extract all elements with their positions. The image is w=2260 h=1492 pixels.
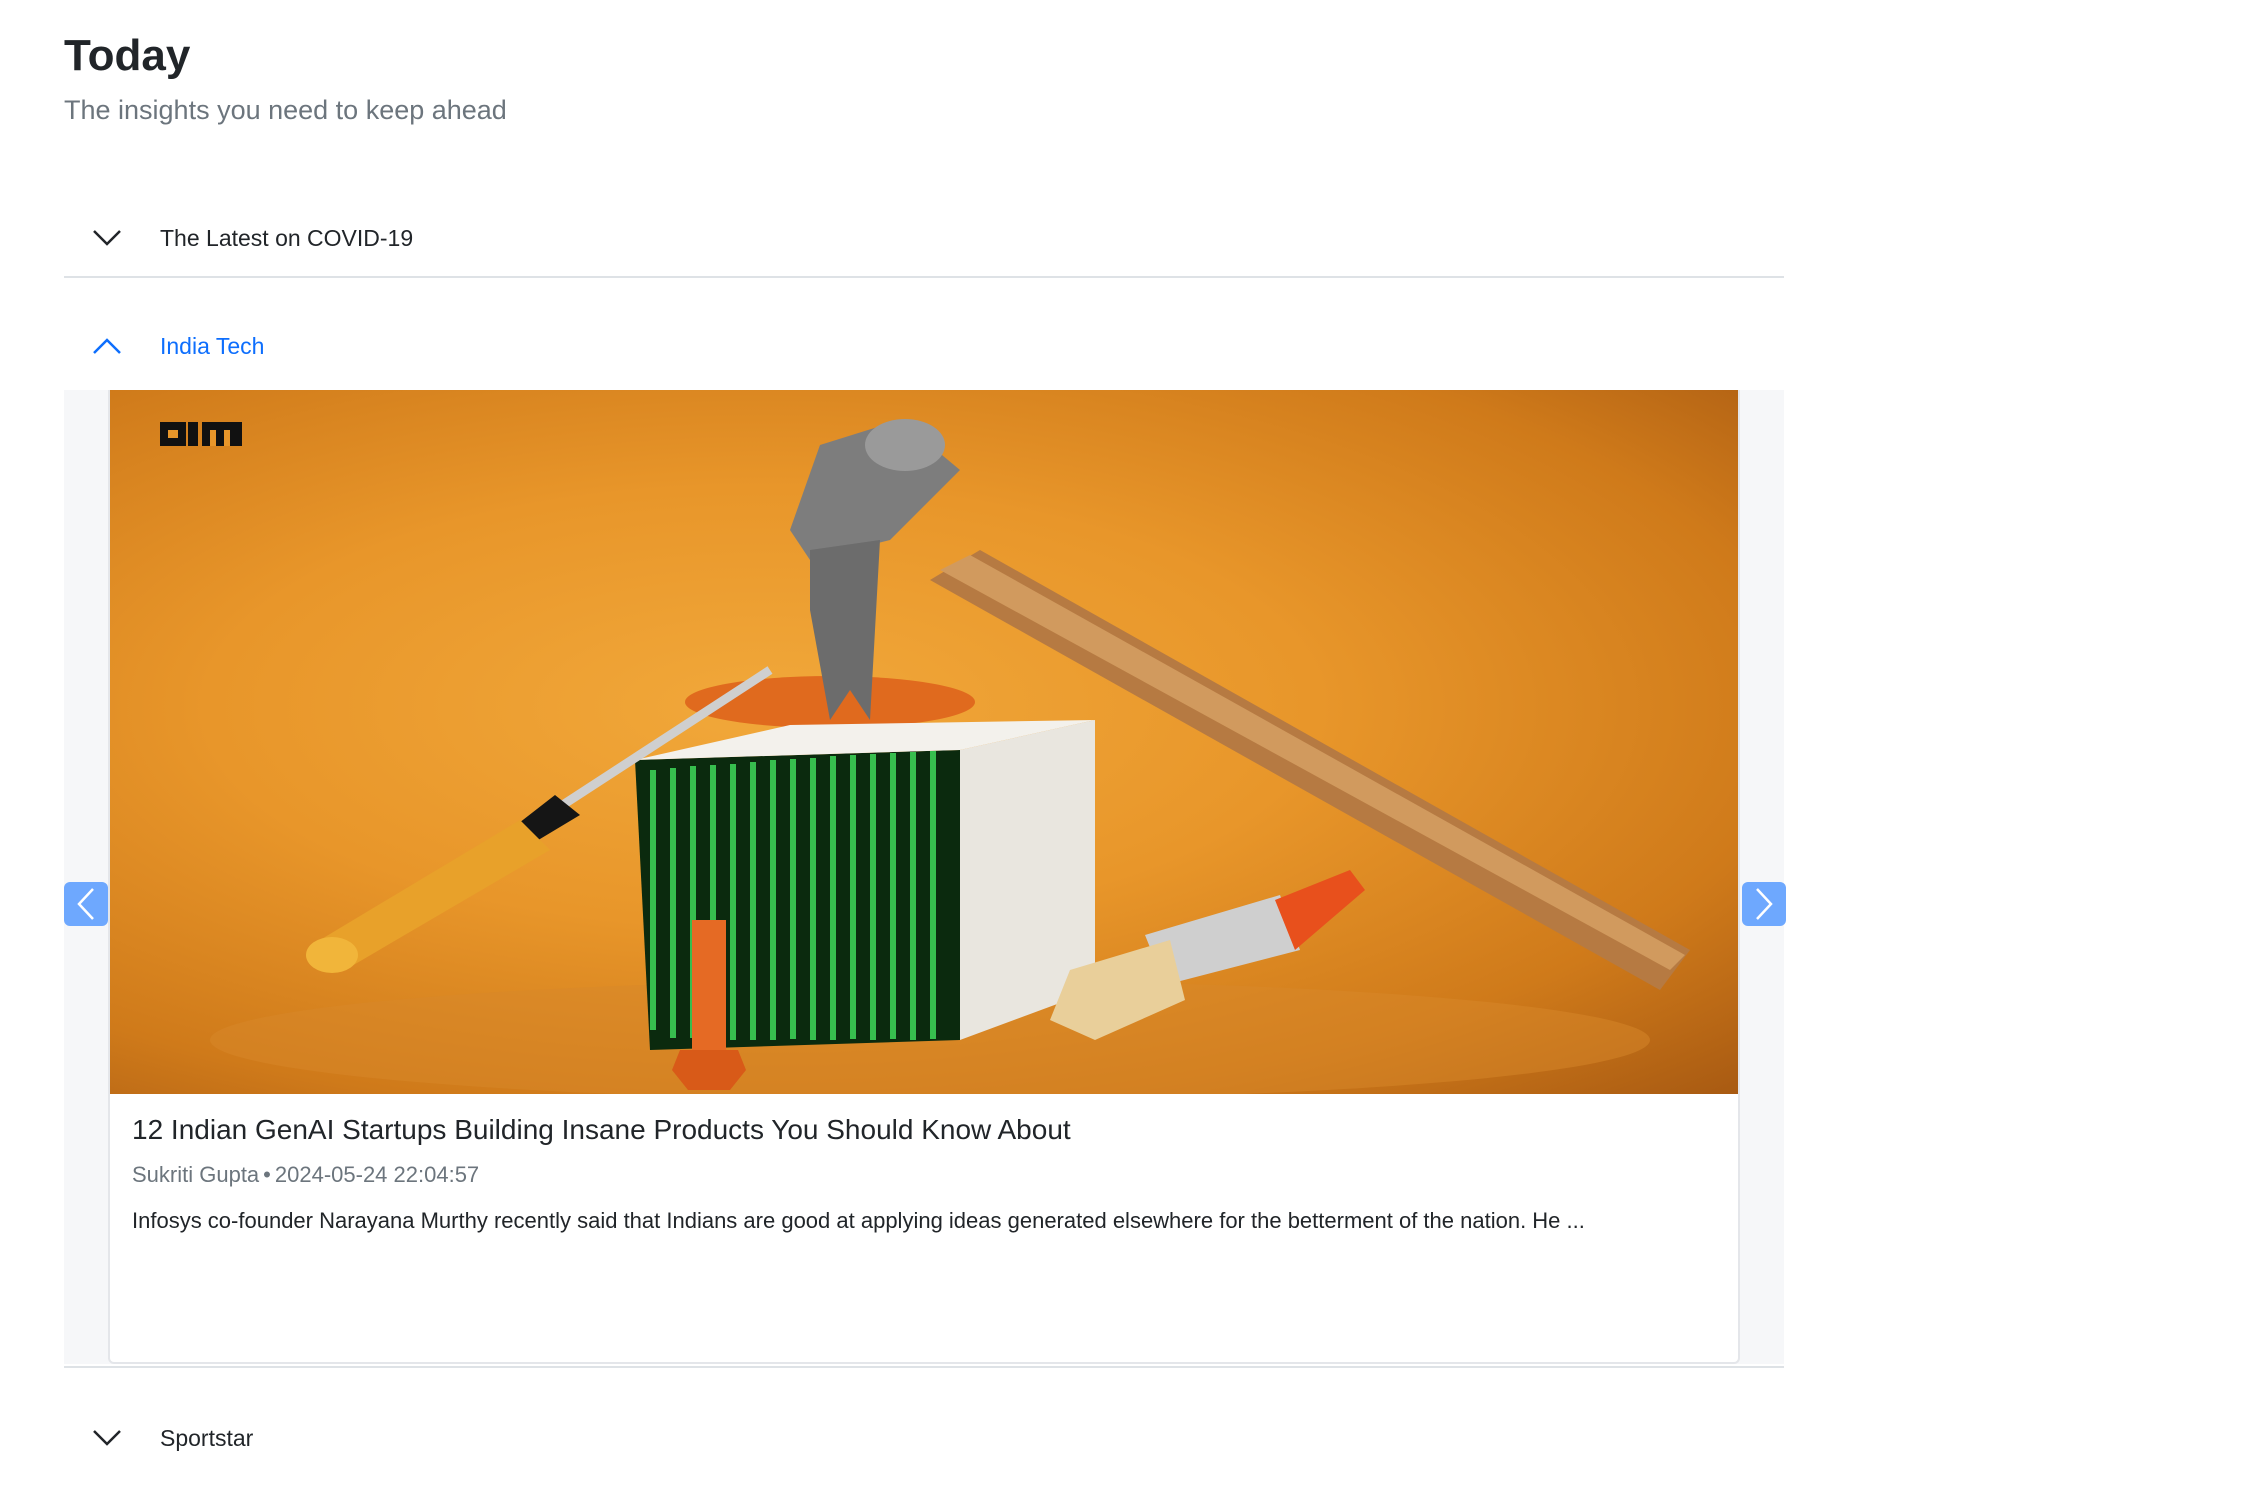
- chevron-left-icon: [77, 888, 94, 920]
- article-author: Sukriti Gupta: [132, 1162, 260, 1187]
- aim-logo: [160, 422, 242, 446]
- article-meta: Sukriti Gupta • 2024-05-24 22:04:57: [132, 1160, 1722, 1190]
- page-subtitle: The insights you need to keep ahead: [64, 95, 507, 125]
- meta-separator: •: [263, 1162, 271, 1187]
- article-image: [110, 390, 1738, 1094]
- accordion-header-sportstar[interactable]: Sportstar: [64, 1384, 1784, 1492]
- chevron-right-icon: [1756, 888, 1773, 920]
- chevron-down-icon: [92, 1429, 122, 1447]
- divider: [64, 276, 1784, 278]
- news-carousel: 12 Indian GenAI Startups Building Insane…: [64, 390, 1784, 1364]
- article-title[interactable]: 12 Indian GenAI Startups Building Insane…: [132, 1110, 1722, 1150]
- page-title: Today: [64, 31, 191, 80]
- article-excerpt: Infosys co-founder Narayana Murthy recen…: [132, 1208, 1585, 1233]
- carousel-prev-button[interactable]: [64, 882, 108, 926]
- chevron-up-icon: [92, 337, 122, 355]
- article-body: 12 Indian GenAI Startups Building Insane…: [132, 1110, 1722, 1236]
- article-timestamp: 2024-05-24 22:04:57: [274, 1162, 480, 1187]
- accordion-label-sportstar: Sportstar: [160, 1425, 254, 1451]
- accordion-header-india-tech[interactable]: India Tech: [64, 292, 1784, 400]
- accordion-label-india-tech: India Tech: [160, 333, 265, 359]
- article-card[interactable]: 12 Indian GenAI Startups Building Insane…: [108, 390, 1740, 1364]
- chevron-down-icon: [92, 229, 122, 247]
- today-page: Today The insights you need to keep ahea…: [64, 30, 1786, 1451]
- divider: [64, 1366, 1784, 1368]
- accordion-label-covid: The Latest on COVID-19: [160, 225, 414, 251]
- carousel-next-button[interactable]: [1742, 882, 1786, 926]
